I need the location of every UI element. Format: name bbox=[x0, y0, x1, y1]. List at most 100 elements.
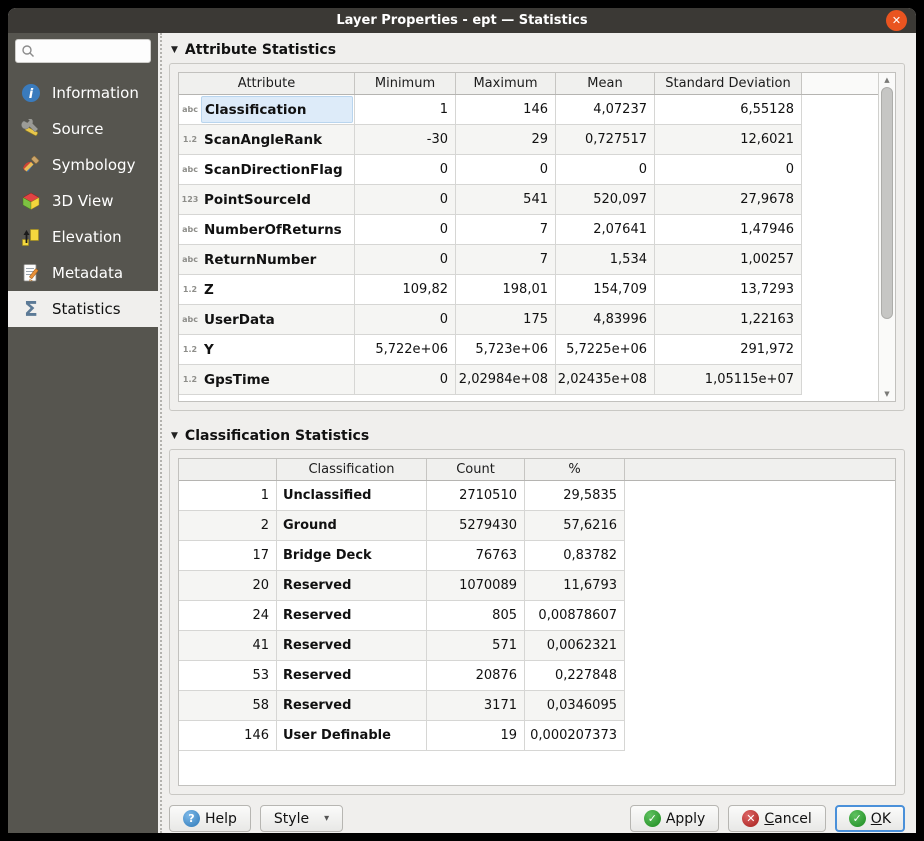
attribute-value-cell[interactable]: 2,02984e+08 bbox=[456, 365, 556, 395]
classification-percent-cell[interactable]: 57,6216 bbox=[525, 511, 625, 541]
style-button[interactable]: Style ▾ bbox=[260, 805, 343, 832]
classification-percent-cell[interactable]: 0,227848 bbox=[525, 661, 625, 691]
sidebar-item-metadata[interactable]: Metadata bbox=[8, 255, 158, 291]
attribute-value-cell[interactable]: 0 bbox=[556, 155, 655, 185]
attribute-value-cell[interactable]: 29 bbox=[456, 125, 556, 155]
attribute-value-cell[interactable]: 7 bbox=[456, 245, 556, 275]
attribute-value-cell[interactable]: 0 bbox=[456, 155, 556, 185]
cancel-button[interactable]: ✕ Cancel bbox=[728, 805, 825, 832]
scroll-up-icon[interactable]: ▲ bbox=[879, 73, 895, 87]
classification-count-cell[interactable]: 76763 bbox=[427, 541, 525, 571]
attribute-value-cell[interactable]: 520,097 bbox=[556, 185, 655, 215]
attribute-value-cell[interactable]: 0 bbox=[355, 215, 456, 245]
attribute-value-cell[interactable]: -30 bbox=[355, 125, 456, 155]
attribute-name-cell[interactable]: 1.2ScanAngleRank bbox=[179, 125, 355, 155]
sidebar-item-statistics[interactable]: Σ Statistics bbox=[8, 291, 158, 327]
attribute-name-cell[interactable]: abcScanDirectionFlag bbox=[179, 155, 355, 185]
attribute-value-cell[interactable]: 0 bbox=[655, 155, 802, 185]
attribute-value-cell[interactable]: 27,9678 bbox=[655, 185, 802, 215]
classification-code-cell[interactable]: 41 bbox=[179, 631, 277, 661]
help-button[interactable]: ? Help bbox=[169, 805, 251, 832]
classification-name-cell[interactable]: Ground bbox=[277, 511, 427, 541]
scrollbar-track[interactable] bbox=[879, 87, 895, 387]
attribute-name-cell[interactable]: 1.2Y bbox=[179, 335, 355, 365]
attribute-name-cell[interactable]: abcUserData bbox=[179, 305, 355, 335]
classification-column-header[interactable]: Count bbox=[427, 459, 525, 480]
titlebar[interactable]: Layer Properties - ept — Statistics ✕ bbox=[8, 8, 916, 33]
attribute-name-cell[interactable]: 1.2Z bbox=[179, 275, 355, 305]
attribute-value-cell[interactable]: 1,05115e+07 bbox=[655, 365, 802, 395]
attribute-column-header[interactable]: Mean bbox=[556, 73, 655, 94]
attribute-value-cell[interactable]: 198,01 bbox=[456, 275, 556, 305]
attribute-value-cell[interactable]: 154,709 bbox=[556, 275, 655, 305]
ok-button[interactable]: ✓ OK bbox=[835, 805, 905, 832]
classification-name-cell[interactable]: User Definable bbox=[277, 721, 427, 751]
attribute-value-cell[interactable]: 5,7225e+06 bbox=[556, 335, 655, 365]
attribute-value-cell[interactable]: 13,7293 bbox=[655, 275, 802, 305]
attribute-value-cell[interactable]: 1,00257 bbox=[655, 245, 802, 275]
classification-code-cell[interactable]: 1 bbox=[179, 481, 277, 511]
sidebar-item-elevation[interactable]: Elevation bbox=[8, 219, 158, 255]
scroll-down-icon[interactable]: ▼ bbox=[879, 387, 895, 401]
classification-percent-cell[interactable]: 11,6793 bbox=[525, 571, 625, 601]
attribute-column-header[interactable]: Maximum bbox=[456, 73, 556, 94]
classification-count-cell[interactable]: 19 bbox=[427, 721, 525, 751]
attribute-value-cell[interactable]: 0 bbox=[355, 185, 456, 215]
classification-count-cell[interactable]: 2710510 bbox=[427, 481, 525, 511]
classification-name-cell[interactable]: Reserved bbox=[277, 631, 427, 661]
attribute-value-cell[interactable]: 5,722e+06 bbox=[355, 335, 456, 365]
classification-count-cell[interactable]: 1070089 bbox=[427, 571, 525, 601]
attribute-value-cell[interactable]: 1 bbox=[355, 95, 456, 125]
apply-button[interactable]: ✓ Apply bbox=[630, 805, 720, 832]
classification-count-cell[interactable]: 20876 bbox=[427, 661, 525, 691]
attribute-name-cell[interactable]: abcNumberOfReturns bbox=[179, 215, 355, 245]
sidebar-item-3d-view[interactable]: 3D View bbox=[8, 183, 158, 219]
attribute-value-cell[interactable]: 146 bbox=[456, 95, 556, 125]
attribute-name-cell[interactable]: abcClassification bbox=[179, 95, 355, 125]
attribute-value-cell[interactable]: 0,727517 bbox=[556, 125, 655, 155]
classification-name-cell[interactable]: Unclassified bbox=[277, 481, 427, 511]
attribute-value-cell[interactable]: 7 bbox=[456, 215, 556, 245]
sidebar-splitter[interactable] bbox=[158, 33, 164, 833]
attribute-table-scrollbar[interactable]: ▲ ▼ bbox=[878, 73, 895, 401]
classification-name-cell[interactable]: Reserved bbox=[277, 691, 427, 721]
classification-code-cell[interactable]: 24 bbox=[179, 601, 277, 631]
attribute-value-cell[interactable]: 175 bbox=[456, 305, 556, 335]
classification-name-cell[interactable]: Reserved bbox=[277, 601, 427, 631]
classification-count-cell[interactable]: 5279430 bbox=[427, 511, 525, 541]
classification-column-header[interactable]: Classification bbox=[277, 459, 427, 480]
classification-name-cell[interactable]: Bridge Deck bbox=[277, 541, 427, 571]
attribute-value-cell[interactable]: 2,02435e+08 bbox=[556, 365, 655, 395]
classification-name-cell[interactable]: Reserved bbox=[277, 571, 427, 601]
attribute-value-cell[interactable]: 4,83996 bbox=[556, 305, 655, 335]
attribute-value-cell[interactable]: 4,07237 bbox=[556, 95, 655, 125]
classification-statistics-group-header[interactable]: ▼ Classification Statistics bbox=[171, 427, 905, 445]
attribute-value-cell[interactable]: 0 bbox=[355, 155, 456, 185]
scrollbar-thumb[interactable] bbox=[881, 87, 893, 319]
attribute-value-cell[interactable]: 0 bbox=[355, 245, 456, 275]
classification-percent-cell[interactable]: 0,0346095 bbox=[525, 691, 625, 721]
attribute-value-cell[interactable]: 6,55128 bbox=[655, 95, 802, 125]
classification-count-cell[interactable]: 3171 bbox=[427, 691, 525, 721]
classification-count-cell[interactable]: 805 bbox=[427, 601, 525, 631]
sidebar-item-information[interactable]: i Information bbox=[8, 75, 158, 111]
classification-name-cell[interactable]: Reserved bbox=[277, 661, 427, 691]
attribute-value-cell[interactable]: 5,723e+06 bbox=[456, 335, 556, 365]
classification-code-cell[interactable]: 20 bbox=[179, 571, 277, 601]
attribute-value-cell[interactable]: 109,82 bbox=[355, 275, 456, 305]
attribute-name-cell[interactable]: 1.2GpsTime bbox=[179, 365, 355, 395]
attribute-statistics-group-header[interactable]: ▼ Attribute Statistics bbox=[171, 41, 905, 59]
classification-code-cell[interactable]: 146 bbox=[179, 721, 277, 751]
classification-column-header[interactable]: % bbox=[525, 459, 625, 480]
classification-code-cell[interactable]: 53 bbox=[179, 661, 277, 691]
attribute-value-cell[interactable]: 541 bbox=[456, 185, 556, 215]
attribute-value-cell[interactable]: 1,534 bbox=[556, 245, 655, 275]
sidebar-item-source[interactable]: Source bbox=[8, 111, 158, 147]
classification-percent-cell[interactable]: 0,000207373 bbox=[525, 721, 625, 751]
search-input[interactable] bbox=[40, 40, 148, 62]
attribute-value-cell[interactable]: 1,47946 bbox=[655, 215, 802, 245]
sidebar-item-symbology[interactable]: Symbology bbox=[8, 147, 158, 183]
close-icon[interactable]: ✕ bbox=[886, 10, 907, 31]
classification-column-header[interactable] bbox=[179, 459, 277, 480]
attribute-name-cell[interactable]: abcReturnNumber bbox=[179, 245, 355, 275]
